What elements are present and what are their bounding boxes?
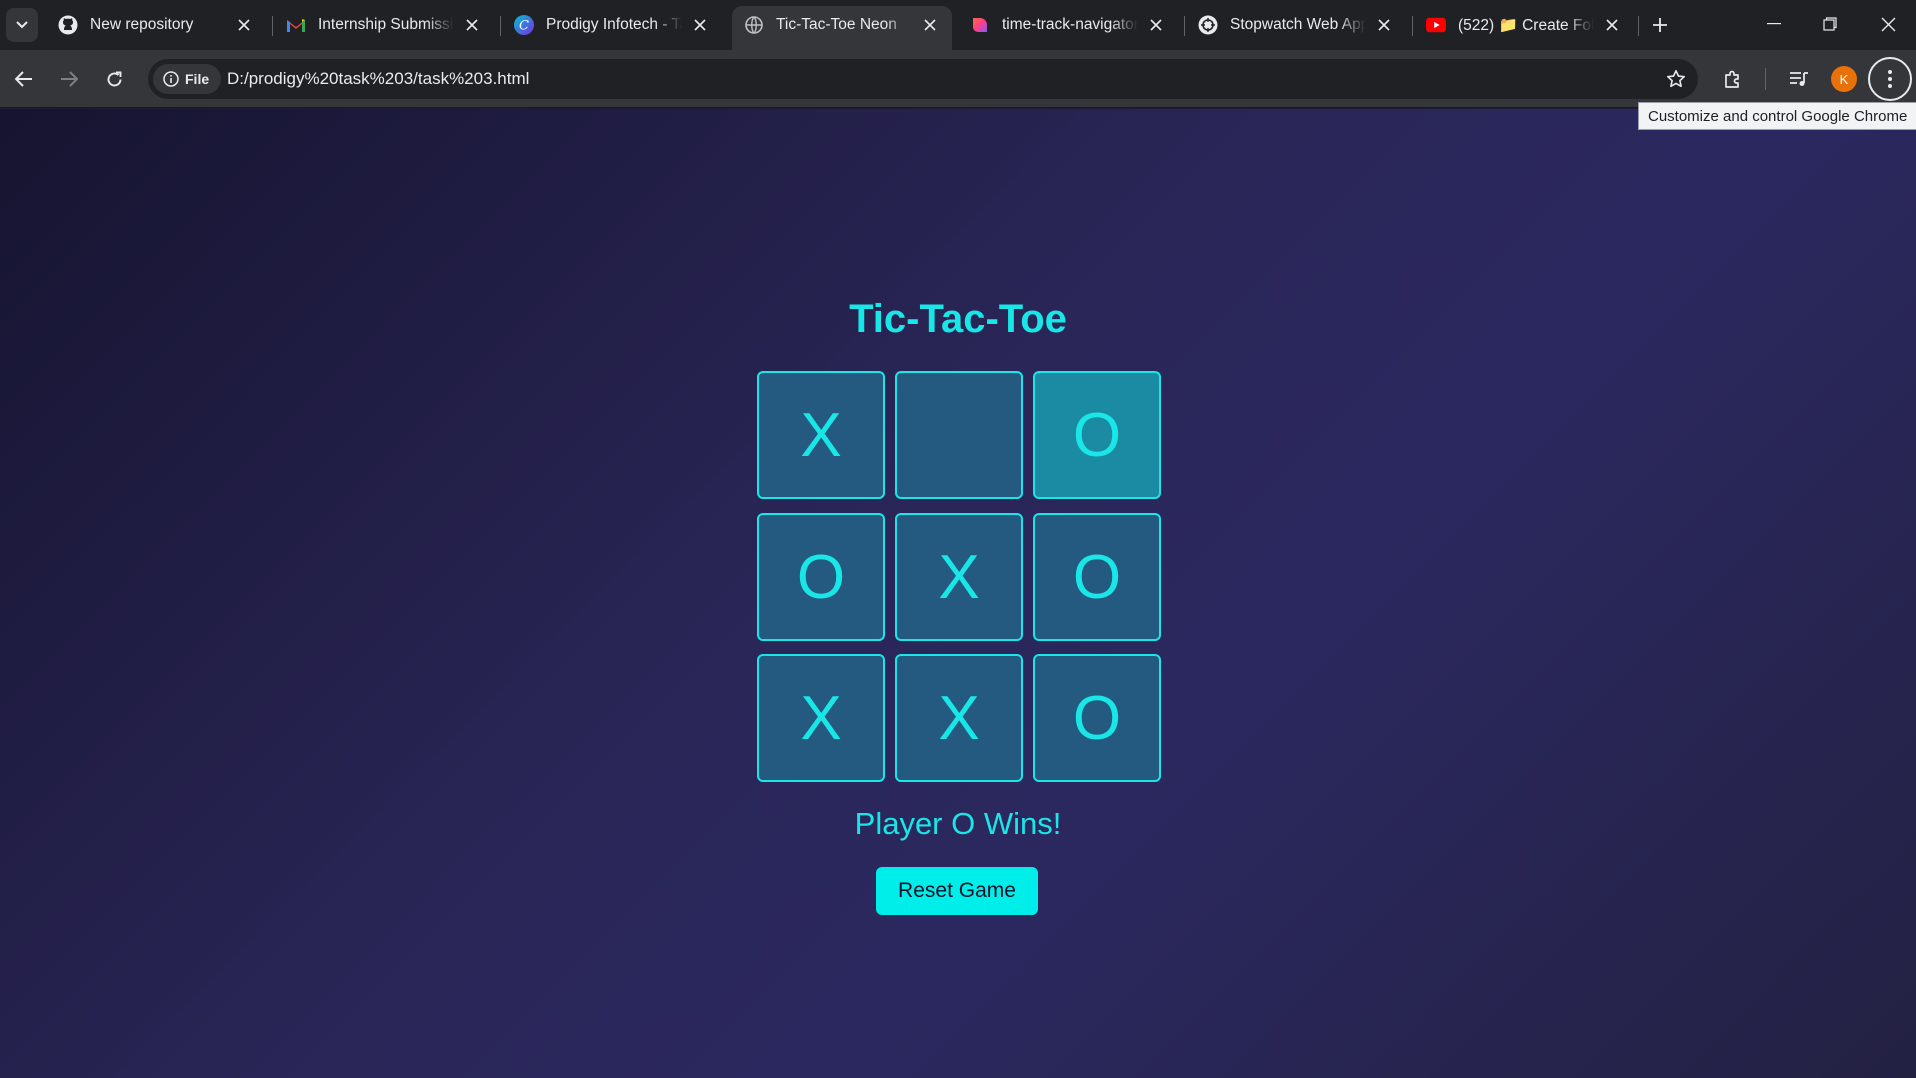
tab-stopwatch-web-app[interactable]: Stopwatch Web App: [1186, 6, 1406, 44]
board-cell[interactable]: O: [1033, 654, 1161, 782]
youtube-icon: [1426, 15, 1446, 35]
restore-icon: [1823, 17, 1837, 31]
tab-title: (522) 📁 Create Folder: [1458, 16, 1594, 34]
restore-button[interactable]: [1802, 0, 1858, 48]
tab-title: time-track-navigator: [1002, 16, 1138, 33]
chatgpt-icon: [1198, 15, 1218, 35]
minimize-button[interactable]: [1746, 0, 1802, 48]
tab-youtube-create-folder[interactable]: (522) 📁 Create Folder: [1414, 6, 1634, 44]
tab-internship-submission[interactable]: Internship Submission: [274, 6, 494, 44]
canva-icon: C: [514, 15, 534, 35]
tab-search-button[interactable]: [6, 8, 38, 42]
board-cell[interactable]: X: [757, 654, 885, 782]
info-icon: [163, 71, 179, 87]
tab-separator: [272, 16, 273, 36]
back-button[interactable]: [7, 63, 41, 95]
tab-prodigy-infotech[interactable]: C Prodigy Infotech - Task: [502, 6, 722, 44]
tab-title: Internship Submission: [318, 16, 454, 33]
close-tab-icon[interactable]: [918, 13, 942, 37]
site-info-chip[interactable]: File: [153, 64, 222, 94]
tab-title: New repository: [90, 16, 194, 33]
close-tab-icon[interactable]: [460, 13, 484, 37]
game-title: Tic-Tac-Toe: [849, 297, 1067, 341]
chrome-menu-button[interactable]: [1868, 57, 1912, 101]
close-tab-icon[interactable]: [688, 13, 712, 37]
tab-tic-tac-toe-neon[interactable]: Tic-Tac-Toe Neon: [732, 6, 952, 50]
gmail-icon: [286, 15, 306, 35]
tab-title: Tic-Tac-Toe Neon: [776, 16, 897, 33]
github-icon: [58, 15, 78, 35]
tab-time-track-navigator[interactable]: time-track-navigator: [958, 6, 1178, 44]
scheme-label: File: [185, 71, 210, 87]
tab-separator: [1412, 16, 1413, 36]
tab-title: Stopwatch Web App: [1230, 16, 1366, 33]
plus-icon: [1653, 18, 1667, 32]
puzzle-icon: [1725, 70, 1739, 88]
toolbar-divider: [1765, 68, 1766, 90]
close-tab-icon[interactable]: [1600, 13, 1624, 37]
chevron-down-icon: [16, 21, 28, 29]
address-bar[interactable]: File D:/prodigy%20task%203/task%203.html: [148, 59, 1698, 99]
star-icon: [1667, 70, 1685, 88]
arrow-left-icon: [15, 71, 32, 87]
board-cell[interactable]: O: [757, 513, 885, 641]
media-queue-icon: [1790, 72, 1808, 86]
url-text[interactable]: D:/prodigy%20task%203/task%203.html: [227, 59, 529, 99]
close-tab-icon[interactable]: [1372, 13, 1396, 37]
close-tab-icon[interactable]: [1144, 13, 1168, 37]
tab-separator: [1638, 16, 1639, 36]
svg-text:C: C: [519, 19, 529, 34]
board-cell[interactable]: X: [757, 371, 885, 499]
lovable-icon: [970, 15, 990, 35]
menu-tooltip: Customize and control Google Chrome: [1638, 102, 1916, 130]
reload-button[interactable]: [97, 63, 131, 95]
tab-strip: New repository Internship Submission C P…: [0, 0, 1916, 50]
tab-title: Prodigy Infotech - Task: [546, 16, 682, 33]
tab-new-repository[interactable]: New repository: [46, 6, 266, 44]
game-board: X O O X O X X O: [757, 371, 1161, 783]
arrow-right-icon: [61, 71, 78, 87]
page-viewport: Tic-Tac-Toe X O O X O X X O Player O Win…: [0, 109, 1916, 1078]
forward-button[interactable]: [52, 63, 86, 95]
reload-icon: [107, 71, 121, 86]
reset-game-button[interactable]: Reset Game: [876, 867, 1038, 915]
globe-icon: [744, 15, 764, 35]
board-cell[interactable]: O: [1033, 513, 1161, 641]
tab-separator: [1184, 16, 1185, 36]
minimize-icon: [1767, 23, 1781, 25]
board-cell[interactable]: X: [895, 513, 1023, 641]
profile-avatar[interactable]: K: [1831, 66, 1857, 92]
bookmark-button[interactable]: [1660, 63, 1692, 95]
close-window-button[interactable]: [1860, 0, 1916, 48]
extensions-button[interactable]: [1716, 63, 1750, 95]
board-cell[interactable]: X: [895, 654, 1023, 782]
close-icon: [1881, 17, 1895, 31]
board-cell[interactable]: O: [1033, 371, 1161, 499]
kebab-menu-icon: [1888, 70, 1892, 88]
tab-separator: [500, 16, 501, 36]
media-controls-button[interactable]: [1782, 63, 1816, 95]
browser-toolbar: File D:/prodigy%20task%203/task%203.html…: [0, 50, 1916, 108]
board-cell[interactable]: [895, 371, 1023, 499]
close-tab-icon[interactable]: [232, 13, 256, 37]
game-status: Player O Wins!: [854, 806, 1062, 841]
new-tab-button[interactable]: [1644, 10, 1676, 40]
